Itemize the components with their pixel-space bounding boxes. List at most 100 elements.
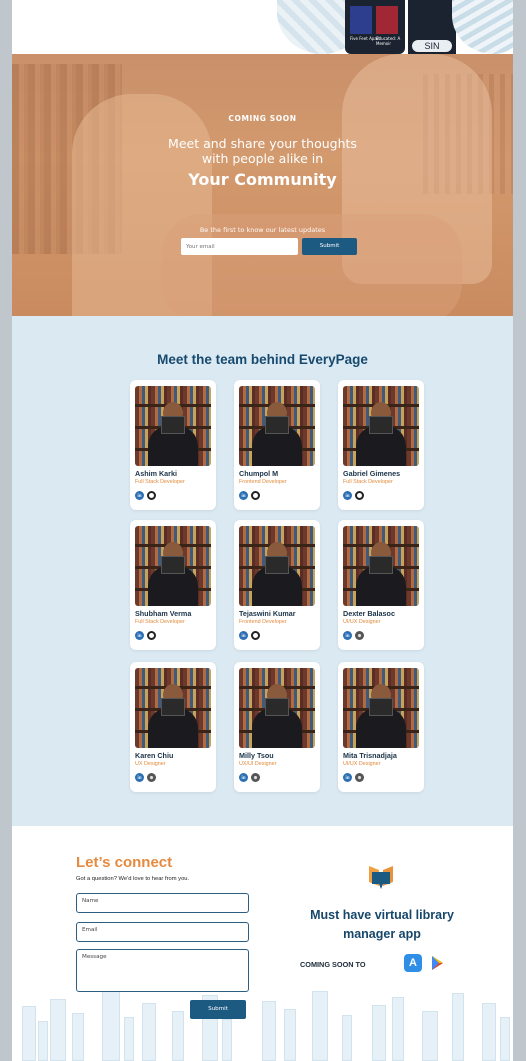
team-member-card: Tejaswini Kumar Frontend Developer in	[234, 520, 320, 650]
team-member-role: Frontend Developer	[239, 619, 287, 625]
github-icon[interactable]	[147, 631, 156, 640]
team-member-name: Gabriel Gimenes	[343, 469, 401, 478]
linkedin-icon[interactable]: in	[343, 773, 352, 782]
hero-headline-line1: Meet and share your thoughts	[168, 136, 357, 151]
google-play-icon[interactable]	[428, 954, 446, 972]
signup-prompt: Be the first to know our latest updates	[199, 226, 326, 234]
linkedin-icon[interactable]: in	[239, 631, 248, 640]
app-preview-strip: Five Feet Apart Educated: A Memoir SIN	[12, 0, 513, 54]
team-member-photo	[239, 526, 315, 606]
decorative-book	[284, 1009, 296, 1061]
app-promo-title-line2: manager app	[343, 927, 421, 941]
globe-icon[interactable]: ⊕	[251, 773, 260, 782]
hero-section: COMING SOON Meet and share your thoughts…	[12, 54, 513, 316]
team-member-photo	[135, 668, 211, 748]
team-member-role: UX Designer	[135, 761, 166, 767]
phone-mockup-2: SIN	[408, 0, 456, 54]
team-member-name: Milly Tsou	[239, 751, 274, 760]
connect-submit-button[interactable]: Submit	[190, 1000, 246, 1019]
app-promo-title: Must have virtual library manager app	[282, 906, 482, 944]
hero-submit-button[interactable]: Submit	[302, 238, 357, 255]
linkedin-icon[interactable]: in	[239, 491, 248, 500]
decorative-book	[222, 1019, 232, 1061]
team-member-name: Shubham Verma	[135, 609, 192, 618]
name-field[interactable]: Name	[76, 893, 249, 913]
app-store-icon[interactable]: A	[404, 954, 422, 972]
decorative-book	[342, 1015, 352, 1061]
team-member-role: UI/UX Designer	[343, 761, 381, 767]
bookshelf-illustration	[12, 986, 513, 1061]
team-member-card: Gabriel Gimenes Full Stack Developer in	[338, 380, 424, 510]
map-illustration-2	[452, 0, 513, 54]
everypage-logo-icon	[369, 866, 393, 889]
globe-icon[interactable]: ⊕	[355, 773, 364, 782]
app-promo-title-line1: Must have virtual library	[310, 908, 454, 922]
globe-icon[interactable]: ⊕	[355, 631, 364, 640]
connect-title: Let’s connect	[76, 854, 173, 871]
github-icon[interactable]	[147, 491, 156, 500]
decorative-book	[392, 997, 404, 1061]
team-member-photo	[239, 386, 315, 466]
decorative-book	[72, 1013, 84, 1061]
decorative-book	[172, 1011, 184, 1061]
phone-mockup: Five Feet Apart Educated: A Memoir	[345, 0, 405, 54]
decorative-book	[312, 991, 328, 1061]
team-member-role: UX/UI Designer	[239, 761, 277, 767]
social-links: in ⊕	[343, 631, 364, 640]
social-links: in ⊕	[135, 773, 156, 782]
linkedin-icon[interactable]: in	[135, 491, 144, 500]
book-cover	[376, 6, 398, 34]
team-member-role: UI/UX Designer	[343, 619, 381, 625]
social-links: in	[239, 491, 260, 500]
team-member-photo	[135, 386, 211, 466]
book-title: Educated: A Memoir	[376, 36, 401, 46]
linkedin-icon[interactable]: in	[135, 631, 144, 640]
hero-headline: Meet and share your thoughts with people…	[12, 136, 513, 166]
team-member-photo	[343, 526, 419, 606]
coming-soon-to-label: COMING SOON TO	[300, 960, 366, 969]
email-field[interactable]: Email	[76, 922, 249, 942]
hero-email-input[interactable]	[181, 238, 298, 255]
linkedin-icon[interactable]: in	[135, 773, 144, 782]
decorative-book	[102, 991, 120, 1061]
team-member-role: Full Stack Developer	[135, 479, 185, 485]
social-links: in	[343, 491, 364, 500]
social-links: in	[135, 491, 156, 500]
team-member-name: Karen Chiu	[135, 751, 174, 760]
book-cover	[350, 6, 372, 34]
decorative-book	[50, 999, 66, 1061]
decorative-book	[262, 1001, 276, 1061]
github-icon[interactable]	[355, 491, 364, 500]
team-member-name: Ashim Karki	[135, 469, 177, 478]
social-links: in	[239, 631, 260, 640]
team-member-photo	[135, 526, 211, 606]
hero-emphasis: Your Community	[188, 170, 337, 189]
decorative-book	[142, 1003, 156, 1061]
connect-section: Let’s connect Got a question? We'd love …	[12, 826, 513, 1061]
team-member-card: Ashim Karki Full Stack Developer in	[130, 380, 216, 510]
decorative-book	[372, 1005, 386, 1061]
hero-eyebrow: COMING SOON	[228, 114, 297, 123]
github-icon[interactable]	[251, 631, 260, 640]
connect-subtitle: Got a question? We'd love to hear from y…	[76, 876, 190, 882]
linkedin-icon[interactable]: in	[343, 631, 352, 640]
social-links: in	[135, 631, 156, 640]
team-member-photo	[239, 668, 315, 748]
landing-page: Five Feet Apart Educated: A Memoir SIN C…	[12, 0, 513, 1061]
decorative-book	[38, 1021, 48, 1061]
linkedin-icon[interactable]: in	[239, 773, 248, 782]
globe-icon[interactable]: ⊕	[147, 773, 156, 782]
linkedin-icon[interactable]: in	[343, 491, 352, 500]
team-member-card: Karen Chiu UX Designer in ⊕	[130, 662, 216, 792]
social-links: in ⊕	[343, 773, 364, 782]
phone-card: SIN	[412, 40, 452, 52]
team-member-name: Mita Trisnadjaja	[343, 751, 397, 760]
hero-headline-line2: with people alike in	[201, 151, 324, 166]
team-section: Meet the team behind EveryPage Ashim Kar…	[12, 316, 513, 826]
decorative-book	[422, 1011, 438, 1061]
team-member-photo	[343, 386, 419, 466]
message-field[interactable]: Message	[76, 949, 249, 992]
github-icon[interactable]	[251, 491, 260, 500]
social-links: in ⊕	[239, 773, 260, 782]
team-member-card: Milly Tsou UX/UI Designer in ⊕	[234, 662, 320, 792]
